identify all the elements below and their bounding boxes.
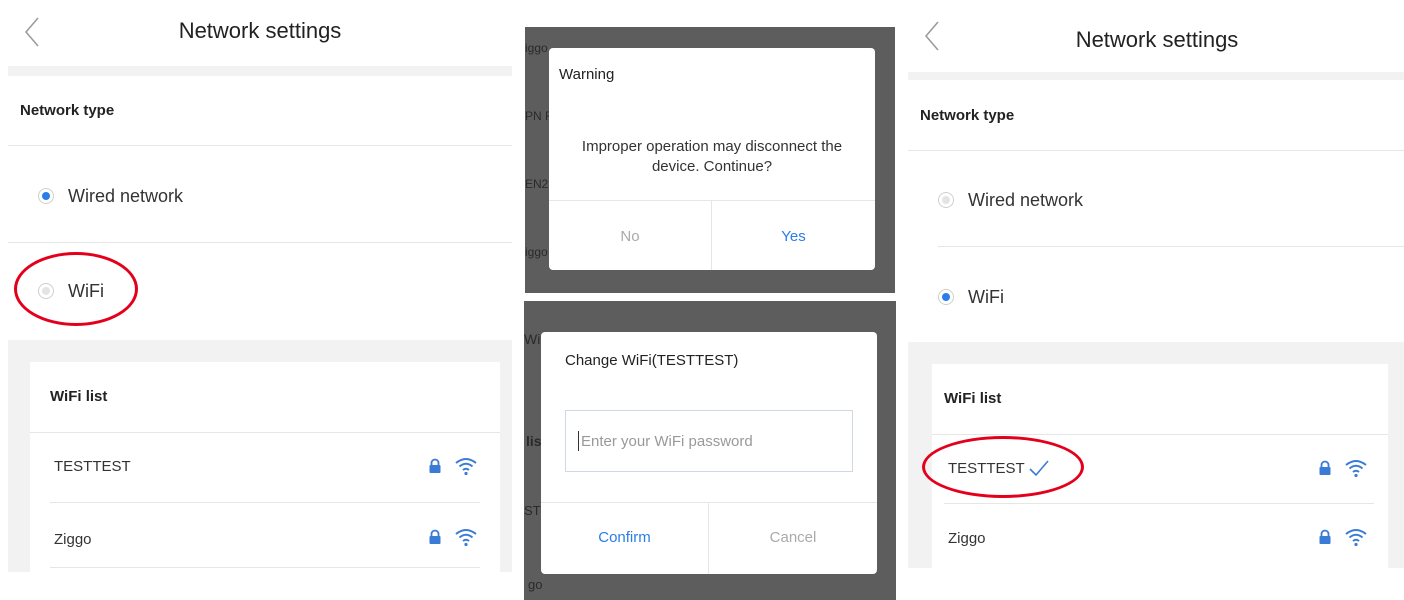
divider bbox=[938, 246, 1404, 247]
wifi-signal-icon bbox=[455, 529, 477, 547]
radio-selected-icon bbox=[938, 289, 954, 305]
wifi-signal-icon bbox=[1345, 460, 1367, 478]
page-title: Network settings bbox=[178, 18, 342, 43]
background-text: iggo bbox=[525, 245, 548, 259]
lock-icon bbox=[1319, 529, 1331, 544]
dialog-divider bbox=[541, 502, 877, 503]
wifi-signal-icon bbox=[1345, 529, 1367, 547]
radio-selected-icon bbox=[38, 188, 54, 204]
lock-icon bbox=[429, 529, 441, 544]
wifi-item-name[interactable]: Ziggo bbox=[54, 531, 92, 548]
wifi-signal-icon bbox=[455, 458, 477, 476]
lock-icon bbox=[1319, 460, 1331, 475]
dialog-title: Warning bbox=[559, 66, 615, 83]
divider bbox=[50, 567, 480, 568]
cancel-button[interactable]: Cancel bbox=[709, 529, 877, 546]
network-type-label: Network type bbox=[920, 107, 1015, 124]
header-bar: Network settings bbox=[8, 0, 512, 66]
background-text: iggo bbox=[525, 41, 548, 55]
option-label: WiFi bbox=[968, 286, 1004, 307]
divider bbox=[8, 242, 512, 243]
section-separator bbox=[8, 66, 512, 76]
warning-dialog-overlay: iggo PN F EN2 iggo Warning Improper oper… bbox=[525, 27, 895, 293]
divider bbox=[30, 432, 500, 433]
background-text: go bbox=[528, 577, 543, 592]
wifi-item-name[interactable]: Ziggo bbox=[948, 530, 986, 547]
change-wifi-dialog: Change WiFi(TESTTEST) Enter your WiFi pa… bbox=[541, 332, 877, 574]
network-settings-screen-after: Network settings Network type Wired netw… bbox=[908, 0, 1404, 568]
divider bbox=[8, 145, 512, 146]
password-placeholder: Enter your WiFi password bbox=[581, 432, 753, 450]
radio-wired-network[interactable]: Wired network bbox=[938, 188, 1083, 212]
wifi-password-input[interactable]: Enter your WiFi password bbox=[565, 410, 853, 472]
radio-unselected-icon bbox=[938, 192, 954, 208]
page-title: Network settings bbox=[1075, 27, 1239, 52]
divider bbox=[908, 150, 1404, 151]
header-bar: Network settings bbox=[908, 0, 1404, 72]
option-label: Wired network bbox=[68, 185, 184, 206]
radio-wifi[interactable]: WiFi bbox=[938, 285, 1004, 309]
highlight-circle bbox=[922, 436, 1084, 498]
wifi-list-title: WiFi list bbox=[50, 388, 108, 405]
warning-dialog: Warning Improper operation may disconnec… bbox=[549, 48, 875, 270]
wifi-item-name[interactable]: TESTTEST bbox=[54, 458, 131, 475]
dialog-title: Change WiFi(TESTTEST) bbox=[565, 352, 739, 369]
background-text: EN2 bbox=[525, 177, 549, 191]
divider bbox=[50, 502, 480, 503]
dialog-divider bbox=[549, 200, 875, 201]
change-wifi-dialog-overlay: Wif lis STT go Change WiFi(TESTTEST) Ent… bbox=[524, 301, 896, 600]
network-type-label: Network type bbox=[20, 102, 115, 119]
dialog-message-line-2: device. Continue? bbox=[651, 158, 773, 175]
background-text: lis bbox=[526, 433, 542, 449]
wifi-list-title: WiFi list bbox=[944, 390, 1002, 407]
divider bbox=[944, 503, 1374, 504]
network-settings-screen-before: Network settings Network type Wired netw… bbox=[8, 0, 512, 572]
divider bbox=[932, 434, 1388, 435]
option-label: Wired network bbox=[968, 189, 1084, 210]
confirm-button[interactable]: Confirm bbox=[541, 529, 708, 546]
highlight-circle bbox=[14, 252, 138, 326]
radio-wired-network[interactable]: Wired network bbox=[38, 184, 183, 208]
text-caret bbox=[578, 431, 579, 451]
wifi-list-card: WiFi list TESTTEST Ziggo bbox=[30, 362, 500, 572]
dialog-message-line-1: Improper operation may disconnect the bbox=[581, 138, 843, 155]
no-button[interactable]: No bbox=[549, 228, 711, 245]
section-separator bbox=[908, 72, 1404, 80]
lock-icon bbox=[429, 458, 441, 473]
yes-button[interactable]: Yes bbox=[712, 228, 875, 245]
